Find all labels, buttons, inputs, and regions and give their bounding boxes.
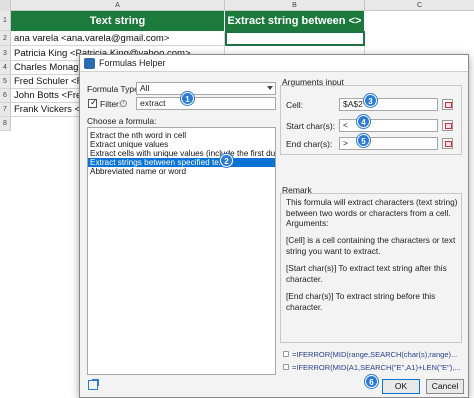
start-chars-input[interactable]: < (339, 119, 438, 132)
column-header-a[interactable]: A (11, 0, 225, 11)
formula-preview-icon (283, 351, 289, 357)
cell-range-picker-icon[interactable] (442, 99, 453, 110)
formula-item-selected[interactable]: Extract strings between specified text (88, 158, 275, 167)
formula-preview-generic: =IFERROR(MID(range,SEARCH(char(s),range)… (292, 350, 458, 359)
cancel-button[interactable]: Cancel (426, 379, 464, 394)
formula-item[interactable]: Extract unique values (88, 140, 275, 149)
row-number[interactable]: 2 (0, 31, 11, 46)
row-number[interactable]: 6 (0, 89, 11, 103)
filter-input[interactable]: extract (136, 97, 276, 110)
step-badge-1: 1 (181, 92, 194, 105)
end-chars-input[interactable]: > (339, 137, 438, 150)
cell-a2[interactable]: ana varela <ana.varela@gmail.com> (11, 31, 225, 46)
dialog-title: Formulas Helper (99, 58, 166, 68)
formula-type-select[interactable]: All (136, 82, 276, 95)
step-badge-6: 6 (365, 375, 378, 388)
remark-paragraph-3: [Start char(s)] To extract text string a… (286, 263, 447, 284)
step-badge-3: 3 (364, 94, 377, 107)
select-all-corner[interactable] (0, 0, 11, 11)
row-number[interactable]: 4 (0, 61, 11, 75)
formula-item[interactable]: Abbreviated name or word (88, 167, 275, 176)
row-number[interactable]: 1 (0, 11, 11, 31)
formula-type-value: All (140, 83, 150, 93)
remark-paragraph-2: [Cell] is a cell containing the characte… (286, 235, 456, 256)
cell-b2[interactable] (225, 31, 365, 46)
remark-paragraph-4: [End char(s)] To extract string before t… (286, 291, 436, 312)
row-number[interactable]: 3 (0, 46, 11, 61)
column-header-c[interactable]: C (365, 0, 474, 11)
checkmark-icon: ✓ (90, 97, 98, 107)
column-header-b[interactable]: B (225, 0, 365, 11)
row-number[interactable]: 7 (0, 103, 11, 117)
end-chars-label: End char(s): (286, 139, 333, 149)
ok-button[interactable]: OK (382, 379, 420, 394)
row-number[interactable]: 5 (0, 75, 11, 89)
formula-item[interactable]: Extract cells with unique values (includ… (88, 149, 275, 158)
app-icon (84, 58, 95, 69)
choose-formula-label: Choose a formula: (87, 116, 157, 126)
header-cell-extract[interactable]: Extract string between <> (225, 11, 365, 31)
formula-item[interactable]: Extract the nth word in cell (88, 131, 275, 140)
cell-input[interactable]: $A$2 (339, 98, 438, 111)
dialog-title-bar[interactable]: Formulas Helper (80, 55, 468, 72)
column-header-row: A B C (0, 0, 474, 11)
cell-label: Cell: (286, 100, 304, 110)
formula-list[interactable]: Extract the nth word in cell Extract uni… (87, 127, 276, 375)
formula-type-label: Formula Type: (87, 84, 142, 94)
info-icon[interactable]: i (120, 100, 127, 107)
header-cell-text-string[interactable]: Text string (11, 11, 225, 31)
formula-preview-actual: =IFERROR(MID(A1,SEARCH("E",A1)+LEN("E"),… (292, 363, 461, 372)
filter-label: Filter: (100, 99, 122, 109)
filter-checkbox[interactable]: ✓ (88, 97, 98, 108)
start-chars-label: Start char(s): (286, 121, 336, 131)
chevron-down-icon (267, 86, 273, 90)
formulas-helper-dialog: Formulas Helper Formula Type: All ✓ Filt… (79, 54, 469, 398)
step-badge-2: 2 (220, 154, 233, 167)
step-badge-5: 5 (357, 134, 370, 147)
step-badge-4: 4 (357, 115, 370, 128)
end-range-picker-icon[interactable] (442, 138, 453, 149)
share-icon[interactable] (88, 379, 99, 390)
remark-paragraph-1: This formula will extract characters (te… (286, 197, 458, 228)
start-range-picker-icon[interactable] (442, 120, 453, 131)
row-number[interactable]: 8 (0, 117, 11, 131)
formula-preview-icon (283, 364, 289, 370)
